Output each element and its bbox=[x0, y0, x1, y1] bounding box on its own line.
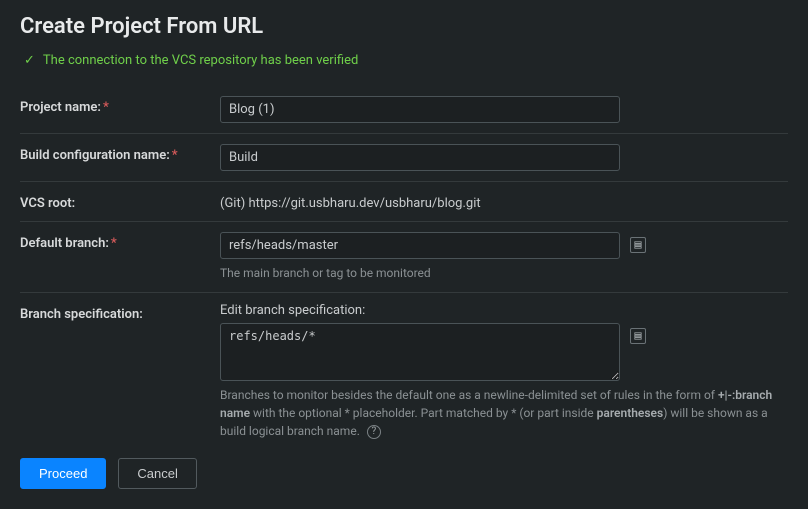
label-vcs-root: VCS root: bbox=[20, 192, 220, 211]
check-icon: ✓ bbox=[24, 54, 35, 67]
default-branch-picker-icon[interactable] bbox=[630, 237, 646, 253]
row-project-name: Project name:* bbox=[20, 86, 788, 134]
label-branch-spec: Branch specification: bbox=[20, 303, 220, 322]
project-name-input[interactable] bbox=[220, 96, 620, 123]
branch-spec-hint: Branches to monitor besides the default … bbox=[220, 386, 780, 440]
page-title: Create Project From URL bbox=[20, 14, 788, 39]
verification-banner: ✓ The connection to the VCS repository h… bbox=[20, 53, 788, 68]
required-marker: * bbox=[111, 236, 117, 251]
row-vcs-root: VCS root: (Git) https://git.usbharu.dev/… bbox=[20, 182, 788, 222]
default-branch-hint: The main branch or tag to be monitored bbox=[220, 264, 780, 282]
label-default-branch: Default branch:* bbox=[20, 232, 220, 251]
branch-spec-sublabel: Edit branch specification: bbox=[220, 303, 788, 318]
default-branch-input[interactable] bbox=[220, 232, 620, 259]
form: Project name:* Build configuration name:… bbox=[20, 86, 788, 450]
footer: Proceed Cancel bbox=[20, 450, 788, 489]
label-build-config: Build configuration name:* bbox=[20, 144, 220, 163]
vcs-root-value: (Git) https://git.usbharu.dev/usbharu/bl… bbox=[220, 192, 788, 211]
branch-spec-textarea[interactable] bbox=[220, 323, 620, 381]
cancel-button[interactable]: Cancel bbox=[118, 458, 196, 489]
label-project-name: Project name:* bbox=[20, 96, 220, 115]
proceed-button[interactable]: Proceed bbox=[20, 458, 106, 489]
required-marker: * bbox=[103, 100, 109, 115]
branch-spec-picker-icon[interactable] bbox=[630, 328, 646, 344]
verification-text: The connection to the VCS repository has… bbox=[43, 53, 358, 68]
build-config-input[interactable] bbox=[220, 144, 620, 171]
row-default-branch: Default branch:* The main branch or tag … bbox=[20, 222, 788, 293]
row-branch-spec: Branch specification: Edit branch specif… bbox=[20, 293, 788, 450]
row-build-config: Build configuration name:* bbox=[20, 134, 788, 182]
help-icon[interactable]: ? bbox=[367, 425, 381, 439]
required-marker: * bbox=[172, 148, 178, 163]
